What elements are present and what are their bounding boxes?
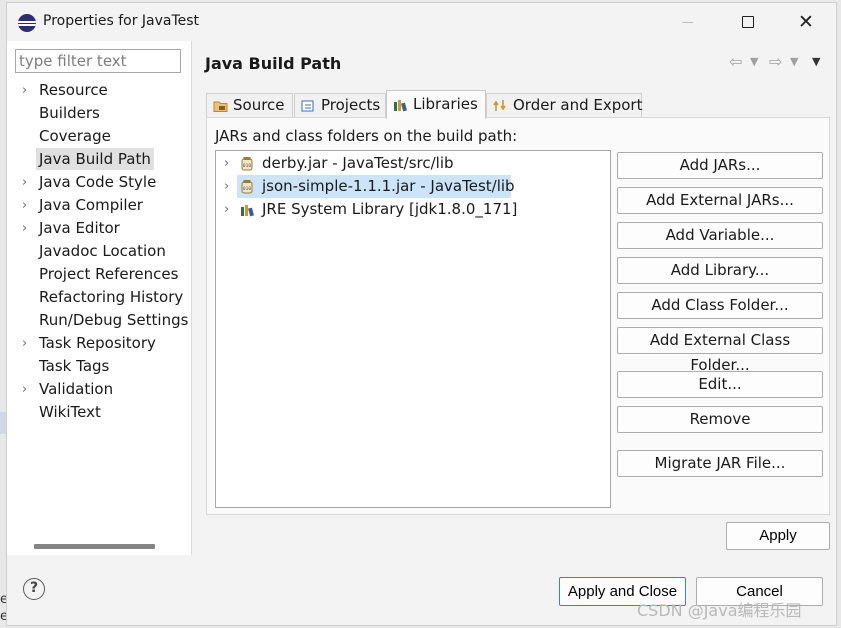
chevron-right-icon[interactable]: › <box>22 79 27 102</box>
sidebar-item-label: Validation <box>39 380 114 398</box>
add-class-folder-button[interactable]: Add Class Folder... <box>617 292 823 319</box>
sidebar-item-label: Java Editor <box>39 219 120 237</box>
minimize-icon <box>681 21 693 23</box>
page-title: Java Build Path <box>205 54 342 73</box>
section-label: JARs and class folders on the build path… <box>215 127 518 145</box>
library-item-selected[interactable]: › 010 json-simple-1.1.1.jar - JavaTest/l… <box>216 175 610 198</box>
svg-text:010: 010 <box>243 163 251 169</box>
tab-order-and-export[interactable]: Order and Export <box>486 93 643 118</box>
jar-icon: 010 <box>241 180 253 194</box>
back-arrow-icon[interactable]: ⇦ <box>729 52 742 71</box>
horizontal-scrollbar[interactable] <box>34 544 155 549</box>
filter-input[interactable] <box>15 49 181 73</box>
library-label: derby.jar - JavaTest/src/lib <box>262 154 454 172</box>
back-menu-icon[interactable]: ▼ <box>750 55 758 68</box>
tab-label: Libraries <box>413 95 478 113</box>
migrate-jar-button[interactable]: Migrate JAR File... <box>617 450 823 477</box>
sidebar-item[interactable]: › Java Editor <box>7 217 192 240</box>
build-path-tree[interactable]: › 010 derby.jar - JavaTest/src/lib › 010… <box>215 150 611 508</box>
sidebar-item[interactable]: › Java Compiler <box>7 194 192 217</box>
library-item[interactable]: › JRE System Library [jdk1.8.0_171] <box>216 198 610 221</box>
sidebar-item-label: Task Tags <box>39 357 110 375</box>
remove-button[interactable]: Remove <box>617 406 823 433</box>
add-library-button[interactable]: Add Library... <box>617 257 823 284</box>
close-icon: ✕ <box>798 11 814 33</box>
projects-icon <box>301 100 314 112</box>
maximize-icon <box>742 16 754 28</box>
libraries-icon <box>394 100 407 112</box>
tab-label: Order and Export <box>513 96 643 114</box>
svg-text:010: 010 <box>243 186 251 192</box>
jar-icon: 010 <box>241 157 253 171</box>
sidebar-item-label: Run/Debug Settings <box>39 311 189 329</box>
sidebar-item-label: Javadoc Location <box>39 242 166 260</box>
chevron-right-icon[interactable]: › <box>22 171 27 194</box>
sidebar-item[interactable]: › Java Code Style <box>7 171 192 194</box>
watermark: CSDN @Java编程乐园 <box>637 601 802 620</box>
apply-button[interactable]: Apply <box>726 522 830 550</box>
sidebar-item[interactable]: › Validation <box>7 378 192 401</box>
add-external-class-folder-button[interactable]: Add External Class Folder... <box>617 327 823 374</box>
chevron-right-icon[interactable]: › <box>22 378 27 401</box>
source-folder-icon <box>213 101 228 112</box>
edit-button[interactable]: Edit... <box>617 371 823 398</box>
chevron-right-icon[interactable]: › <box>22 194 27 217</box>
library-item[interactable]: › 010 derby.jar - JavaTest/src/lib <box>216 152 610 175</box>
tab-projects[interactable]: Projects <box>294 93 386 118</box>
sidebar-item-label: Project References <box>39 265 179 283</box>
sidebar-item[interactable]: Refactoring History <box>7 286 192 309</box>
tab-source[interactable]: Source <box>206 93 293 118</box>
sidebar-item[interactable]: WikiText <box>7 401 192 424</box>
chevron-right-icon[interactable]: › <box>224 152 229 175</box>
tab-libraries[interactable]: Libraries <box>386 90 486 119</box>
minimize-button[interactable] <box>664 3 710 41</box>
library-icon <box>241 205 254 217</box>
help-icon[interactable]: ? <box>23 578 45 600</box>
sidebar-item[interactable]: Task Tags <box>7 355 192 378</box>
window-title: Properties for JavaTest <box>43 13 200 29</box>
view-menu-icon[interactable]: ▼ <box>812 55 820 68</box>
add-external-jars-button[interactable]: Add External JARs... <box>617 187 823 214</box>
sidebar-item-label: Builders <box>39 104 100 122</box>
sidebar-item-label: Resource <box>39 81 108 99</box>
maximize-button[interactable] <box>725 3 771 41</box>
chevron-right-icon[interactable]: › <box>22 217 27 240</box>
title-bar: Properties for JavaTest ✕ <box>7 3 836 41</box>
category-tree: › Resource Builders Coverage Java Build Path… <box>7 79 192 424</box>
sidebar-item[interactable]: › Task Repository <box>7 332 192 355</box>
chevron-right-icon[interactable]: › <box>224 198 229 221</box>
eclipse-icon <box>18 14 36 32</box>
sidebar-item[interactable]: Javadoc Location <box>7 240 192 263</box>
sidebar-item-label: Java Code Style <box>39 173 157 191</box>
sidebar-item-label: Coverage <box>39 127 111 145</box>
tab-label: Projects <box>321 96 381 114</box>
sidebar-item[interactable]: Run/Debug Settings <box>7 309 192 332</box>
libraries-panel: JARs and class folders on the build path… <box>206 117 830 515</box>
chevron-right-icon[interactable]: › <box>224 175 229 198</box>
sidebar-item-label: Java Compiler <box>39 196 143 214</box>
category-pane: › Resource Builders Coverage Java Build Path… <box>7 41 192 555</box>
sidebar-item[interactable]: Java Build Path <box>7 148 192 171</box>
order-export-icon <box>493 100 506 111</box>
library-label: json-simple-1.1.1.jar - JavaTest/lib <box>262 177 515 195</box>
sidebar-item[interactable]: Builders <box>7 102 192 125</box>
sidebar-item[interactable]: › Resource <box>7 79 192 102</box>
forward-menu-icon[interactable]: ▼ <box>790 55 798 68</box>
chevron-right-icon[interactable]: › <box>22 332 27 355</box>
sidebar-item-label: Task Repository <box>39 334 156 352</box>
library-label: JRE System Library [jdk1.8.0_171] <box>262 200 518 218</box>
properties-dialog: Properties for JavaTest ✕ › Resource Build… <box>6 2 837 626</box>
sidebar-item-label: Refactoring History <box>39 288 184 306</box>
sidebar-item-label: Java Build Path <box>36 148 154 170</box>
sidebar-item[interactable]: Coverage <box>7 125 192 148</box>
close-button[interactable]: ✕ <box>783 3 829 41</box>
page-navigation: ⇦ ▼ ⇨ ▼ ▼ <box>729 52 829 71</box>
add-jars-button[interactable]: Add JARs... <box>617 152 823 179</box>
tab-label: Source <box>233 96 285 114</box>
sidebar-item[interactable]: Project References <box>7 263 192 286</box>
add-variable-button[interactable]: Add Variable... <box>617 222 823 249</box>
forward-arrow-icon[interactable]: ⇨ <box>769 52 782 71</box>
sidebar-item-label: WikiText <box>39 403 101 421</box>
